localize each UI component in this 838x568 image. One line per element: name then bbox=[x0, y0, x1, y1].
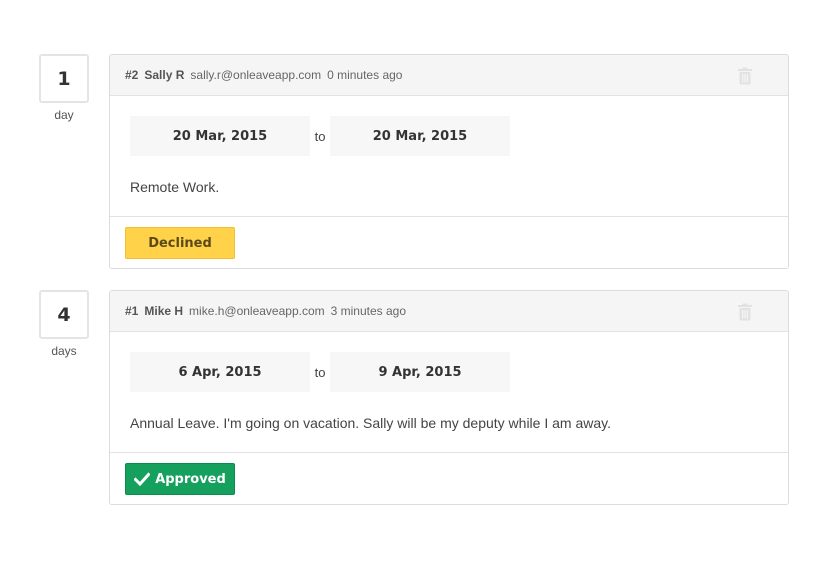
status-label: Declined bbox=[148, 235, 212, 251]
request-header: #2 Sally R sally.r@onleaveapp.com 0 minu… bbox=[110, 55, 788, 96]
request-note: Annual Leave. I'm going on vacation. Sal… bbox=[130, 415, 611, 431]
request-time: 3 minutes ago bbox=[330, 304, 407, 318]
request-id: #2 bbox=[125, 68, 139, 82]
requester-email: sally.r@onleaveapp.com bbox=[190, 68, 322, 82]
request-header: #1 Mike H mike.h@onleaveapp.com 3 minute… bbox=[110, 291, 788, 332]
days-count: 4 bbox=[39, 290, 89, 339]
request-footer: Declined bbox=[110, 216, 788, 268]
requester-name: Sally R bbox=[144, 68, 185, 82]
request-card: #2 Sally R sally.r@onleaveapp.com 0 minu… bbox=[109, 54, 789, 269]
declined-status-button[interactable]: Declined bbox=[125, 227, 235, 259]
date-range: 20 Mar, 2015 to 20 Mar, 2015 bbox=[130, 116, 510, 156]
request-footer: Approved bbox=[110, 452, 788, 504]
check-icon bbox=[134, 472, 151, 486]
status-label: Approved bbox=[155, 471, 226, 487]
request-card: #1 Mike H mike.h@onleaveapp.com 3 minute… bbox=[109, 290, 789, 505]
approved-status-button[interactable]: Approved bbox=[125, 463, 235, 495]
end-date: 20 Mar, 2015 bbox=[330, 116, 510, 156]
trash-icon[interactable] bbox=[737, 303, 753, 321]
requester-name: Mike H bbox=[144, 304, 184, 318]
date-range: 6 Apr, 2015 to 9 Apr, 2015 bbox=[130, 352, 510, 392]
days-count: 1 bbox=[39, 54, 89, 103]
to-separator: to bbox=[314, 364, 326, 380]
start-date: 20 Mar, 2015 bbox=[130, 116, 310, 156]
request-id: #1 bbox=[125, 304, 139, 318]
to-separator: to bbox=[314, 128, 326, 144]
days-label: days bbox=[51, 344, 77, 358]
request-note: Remote Work. bbox=[130, 179, 220, 195]
days-label: day bbox=[54, 108, 74, 122]
trash-icon[interactable] bbox=[737, 67, 753, 85]
end-date: 9 Apr, 2015 bbox=[330, 352, 510, 392]
request-time: 0 minutes ago bbox=[327, 68, 403, 82]
requester-email: mike.h@onleaveapp.com bbox=[189, 304, 325, 318]
start-date: 6 Apr, 2015 bbox=[130, 352, 310, 392]
